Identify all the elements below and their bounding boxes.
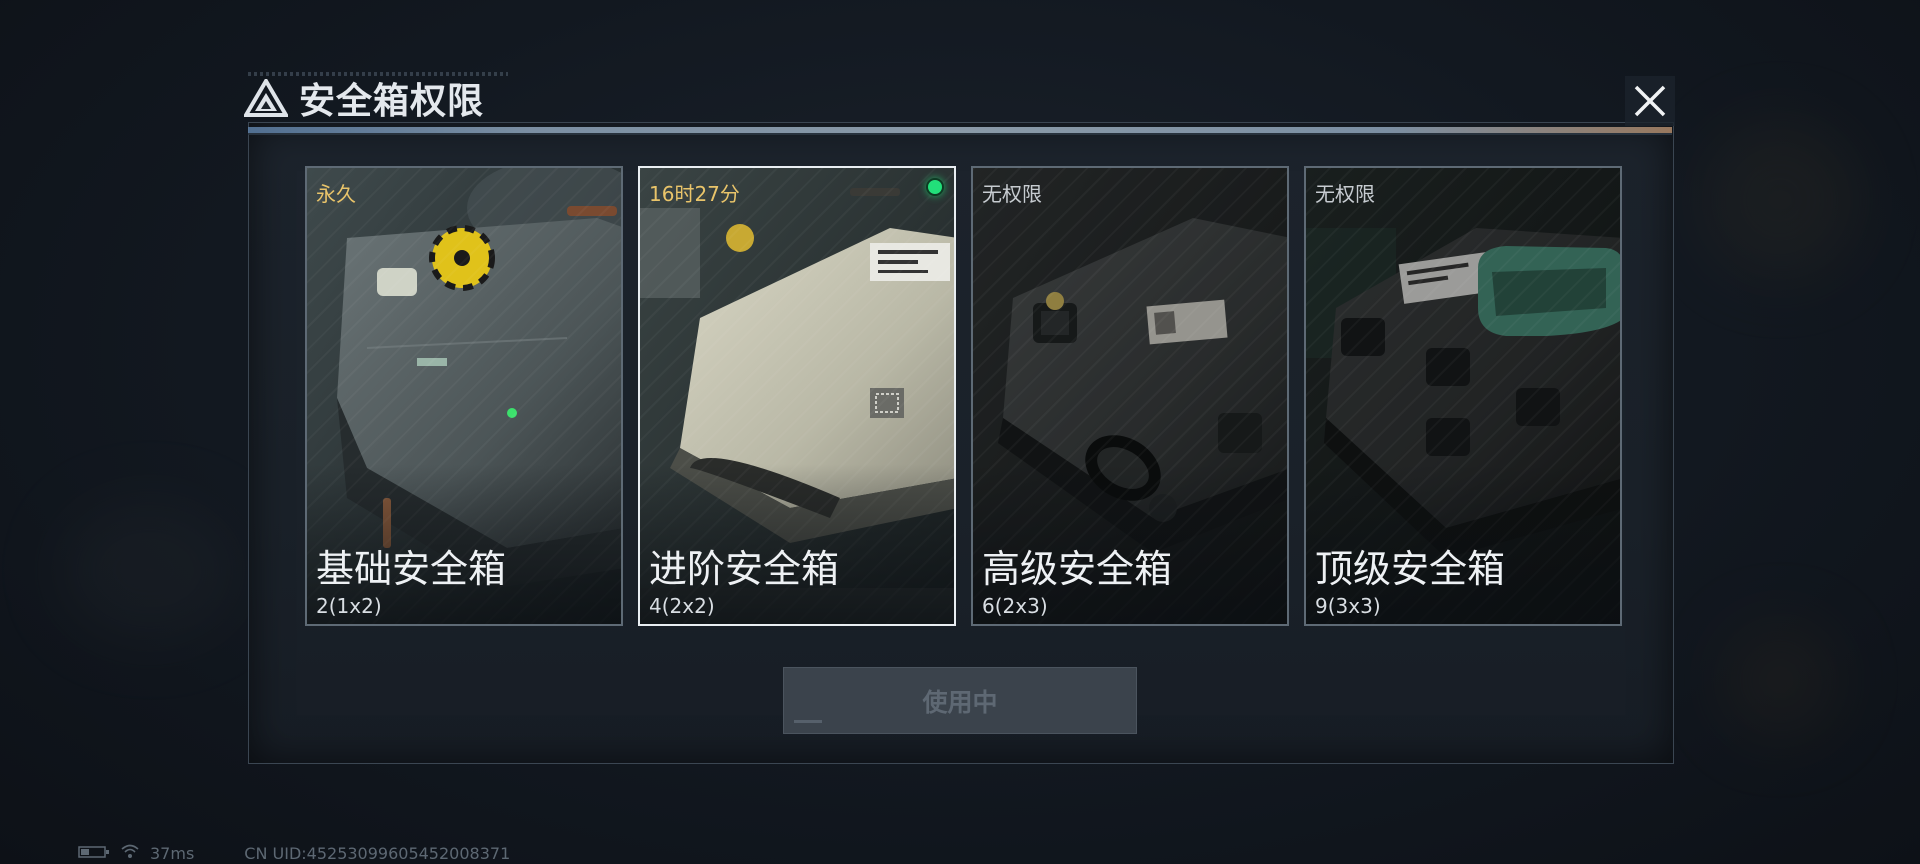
card-tag: 16时27分 bbox=[649, 182, 740, 206]
card-name: 高级安全箱 bbox=[982, 547, 1173, 591]
card-capacity: 9(3x3) bbox=[1315, 594, 1381, 618]
status-bar: 37ms CN UID:45253099605452008371 bbox=[78, 843, 511, 863]
delta-logo-icon bbox=[243, 78, 289, 118]
dialog-header: 安全箱权限 bbox=[243, 74, 484, 122]
card-name: 进阶安全箱 bbox=[649, 547, 840, 591]
card-capacity: 4(2x2) bbox=[649, 594, 715, 618]
uid-text: CN UID:45253099605452008371 bbox=[244, 843, 511, 863]
safe-box-card-top[interactable]: 无权限 顶级安全箱 9(3x3) bbox=[1304, 166, 1622, 626]
safe-box-card-list: 永久 基础安全箱 2(1x2) 16时27分 进阶安全箱 4(2x2) 无权限 … bbox=[305, 166, 1625, 628]
card-capacity: 6(2x3) bbox=[982, 594, 1048, 618]
dialog-top-accent bbox=[248, 127, 1672, 135]
background-blur bbox=[60, 500, 240, 640]
in-use-button-label: 使用中 bbox=[922, 687, 998, 717]
close-button[interactable] bbox=[1625, 76, 1675, 126]
safe-box-card-senior[interactable]: 无权限 高级安全箱 6(2x3) bbox=[971, 166, 1289, 626]
ping-text: 37ms bbox=[150, 843, 195, 863]
wifi-icon bbox=[120, 843, 140, 863]
safe-box-card-advanced[interactable]: 16时27分 进阶安全箱 4(2x2) bbox=[638, 166, 956, 626]
card-tag: 无权限 bbox=[1315, 182, 1375, 206]
card-capacity: 2(1x2) bbox=[316, 594, 382, 618]
in-use-button[interactable]: 使用中 bbox=[783, 667, 1137, 734]
dialog-title: 安全箱权限 bbox=[299, 81, 485, 122]
button-decoration bbox=[794, 720, 822, 723]
card-tag: 永久 bbox=[316, 182, 356, 206]
background-blur bbox=[1720, 620, 1840, 740]
battery-icon bbox=[78, 844, 110, 863]
active-status-icon bbox=[926, 178, 944, 196]
card-tag: 无权限 bbox=[982, 182, 1042, 206]
background-blur bbox=[1700, 120, 1860, 280]
close-icon bbox=[1634, 85, 1666, 117]
card-name: 基础安全箱 bbox=[316, 547, 507, 591]
safe-box-card-basic[interactable]: 永久 基础安全箱 2(1x2) bbox=[305, 166, 623, 626]
card-name: 顶级安全箱 bbox=[1315, 547, 1506, 591]
